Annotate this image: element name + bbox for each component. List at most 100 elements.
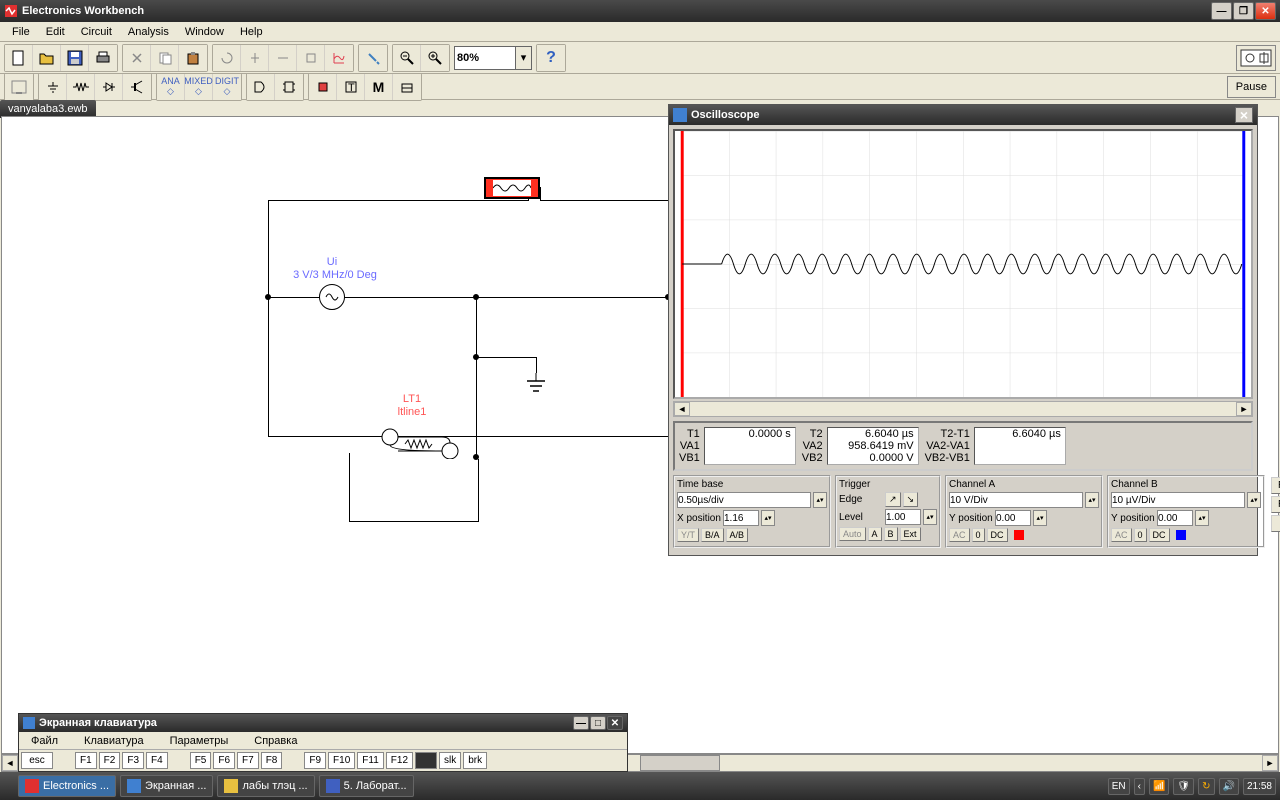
channel-a-div-spin[interactable]: ▴▾ — [1085, 492, 1099, 508]
close-button[interactable]: ✕ — [1255, 2, 1276, 20]
mixed-bin-button[interactable]: MIXED◇ — [185, 74, 213, 100]
help-button[interactable]: ? — [537, 45, 565, 71]
osk-key-f3[interactable]: F3 — [122, 752, 144, 769]
copy-button[interactable] — [151, 45, 179, 71]
reduce-button[interactable]: Reduce — [1271, 477, 1280, 494]
channel-a-dc-button[interactable]: DC — [987, 528, 1008, 542]
subcircuit-button[interactable] — [297, 45, 325, 71]
timebase-div-spin[interactable]: ▴▾ — [813, 492, 827, 508]
channel-b-div-spin[interactable]: ▴▾ — [1247, 492, 1261, 508]
taskbar-item-workbench[interactable]: Electronics ... — [18, 775, 116, 797]
osk-maximize-button[interactable]: □ — [590, 716, 606, 730]
menu-window[interactable]: Window — [177, 24, 232, 40]
digital-bin-button[interactable]: DIGIT◇ — [213, 74, 241, 100]
trigger-falling-button[interactable]: ↘ — [903, 492, 919, 507]
menu-file[interactable]: File — [4, 24, 38, 40]
ground-button[interactable] — [39, 74, 67, 100]
osk-key-f5[interactable]: F5 — [190, 752, 212, 769]
taskbar-item-osk[interactable]: Экранная ... — [120, 775, 213, 797]
osk-key-esc[interactable]: esc — [21, 752, 53, 769]
osk-key-f7[interactable]: F7 — [237, 752, 259, 769]
channel-b-zero-button[interactable]: 0 — [1134, 528, 1147, 542]
osk-key-psc[interactable] — [415, 752, 437, 769]
transistor-button[interactable] — [123, 74, 151, 100]
graph-button[interactable] — [325, 45, 353, 71]
clock[interactable]: 21:58 — [1243, 778, 1276, 795]
timebase-xpos-input[interactable] — [723, 510, 759, 526]
diode-button[interactable] — [95, 74, 123, 100]
sources-bin-button[interactable] — [5, 74, 33, 100]
taskbar-item-labs[interactable]: лабы тлэц ... — [217, 775, 314, 797]
ac-source-component[interactable] — [319, 284, 345, 310]
oscilloscope-close-button[interactable] — [1235, 107, 1253, 123]
osk-menu-help[interactable]: Справка — [246, 733, 305, 749]
osk-key-f6[interactable]: F6 — [213, 752, 235, 769]
taskbar-item-doc5[interactable]: 5. Лаборат... — [319, 775, 414, 797]
pause-button[interactable]: Pause — [1227, 76, 1276, 98]
channel-b-color-swatch[interactable] — [1176, 530, 1186, 540]
save-button[interactable] — [61, 45, 89, 71]
flip-h-button[interactable] — [241, 45, 269, 71]
trigger-ext-button[interactable]: Ext — [900, 527, 921, 541]
properties-button[interactable] — [359, 45, 387, 71]
channel-b-ypos-spin[interactable]: ▴▾ — [1195, 510, 1209, 526]
language-indicator[interactable]: EN — [1108, 778, 1130, 795]
tray-volume-icon[interactable]: 🔊 — [1219, 778, 1239, 795]
osk-key-f4[interactable]: F4 — [146, 752, 168, 769]
osk-key-f9[interactable]: F9 — [304, 752, 326, 769]
timebase-xpos-spin[interactable]: ▴▾ — [761, 510, 775, 526]
instruments-button[interactable] — [393, 74, 421, 100]
zoom-out-button[interactable] — [393, 45, 421, 71]
zoom-dropdown[interactable]: ▾ — [515, 47, 531, 69]
transmission-line-component[interactable] — [380, 427, 460, 459]
osk-key-f12[interactable]: F12 — [386, 752, 413, 769]
ic-button[interactable] — [275, 74, 303, 100]
channel-b-ypos-input[interactable] — [1157, 510, 1193, 526]
osk-title-bar[interactable]: Экранная клавиатура — □ ✕ — [19, 714, 627, 732]
open-button[interactable] — [33, 45, 61, 71]
paste-button[interactable] — [179, 45, 207, 71]
channel-a-div-input[interactable] — [949, 492, 1083, 508]
oscilloscope-title-bar[interactable]: Oscilloscope — [669, 105, 1257, 125]
oscilloscope-display[interactable] — [673, 129, 1253, 399]
channel-a-color-swatch[interactable] — [1014, 530, 1024, 540]
channel-a-ac-button[interactable]: AC — [949, 528, 970, 542]
osk-key-f8[interactable]: F8 — [261, 752, 283, 769]
osk-menu-params[interactable]: Параметры — [162, 733, 237, 749]
osk-key-slk[interactable]: slk — [439, 752, 461, 769]
channel-b-div-input[interactable] — [1111, 492, 1245, 508]
menu-help[interactable]: Help — [232, 24, 271, 40]
timebase-ab-button[interactable]: A/B — [726, 528, 749, 542]
trigger-level-spin[interactable]: ▴▾ — [923, 509, 937, 525]
osk-menu-keyboard[interactable]: Клавиатура — [76, 733, 152, 749]
trigger-level-input[interactable] — [885, 509, 921, 525]
trigger-a-button[interactable]: A — [868, 527, 882, 541]
osc-save-button[interactable]: Save — [1271, 515, 1280, 532]
control-button[interactable]: T — [337, 74, 365, 100]
trigger-rising-button[interactable]: ↗ — [885, 492, 901, 507]
osc-scroll-left[interactable]: ◄ — [674, 402, 690, 416]
tray-shield-icon[interactable]: 🛡 — [1173, 778, 1194, 795]
ground-symbol[interactable] — [524, 373, 548, 400]
rotate-button[interactable] — [213, 45, 241, 71]
channel-b-ac-button[interactable]: AC — [1111, 528, 1132, 542]
osk-minimize-button[interactable]: — — [573, 716, 589, 730]
resistor-button[interactable] — [67, 74, 95, 100]
reverse-button[interactable]: Reverse — [1271, 496, 1280, 513]
osk-key-f11[interactable]: F11 — [357, 752, 384, 769]
oscilloscope-h-scrollbar[interactable]: ◄ ► — [673, 401, 1253, 417]
timebase-ba-button[interactable]: B/A — [701, 528, 724, 542]
minimize-button[interactable]: — — [1211, 2, 1232, 20]
tray-update-icon[interactable]: ↻ — [1198, 778, 1214, 795]
print-button[interactable] — [89, 45, 117, 71]
osk-menu-file[interactable]: Файл — [23, 733, 66, 749]
indicator-button[interactable] — [309, 74, 337, 100]
osk-close-button[interactable]: ✕ — [607, 716, 623, 730]
new-button[interactable] — [5, 45, 33, 71]
analog-bin-button[interactable]: ANA◇ — [157, 74, 185, 100]
menu-edit[interactable]: Edit — [38, 24, 73, 40]
menu-circuit[interactable]: Circuit — [73, 24, 120, 40]
restore-button[interactable]: ❐ — [1233, 2, 1254, 20]
osk-key-f2[interactable]: F2 — [99, 752, 121, 769]
menu-analysis[interactable]: Analysis — [120, 24, 177, 40]
